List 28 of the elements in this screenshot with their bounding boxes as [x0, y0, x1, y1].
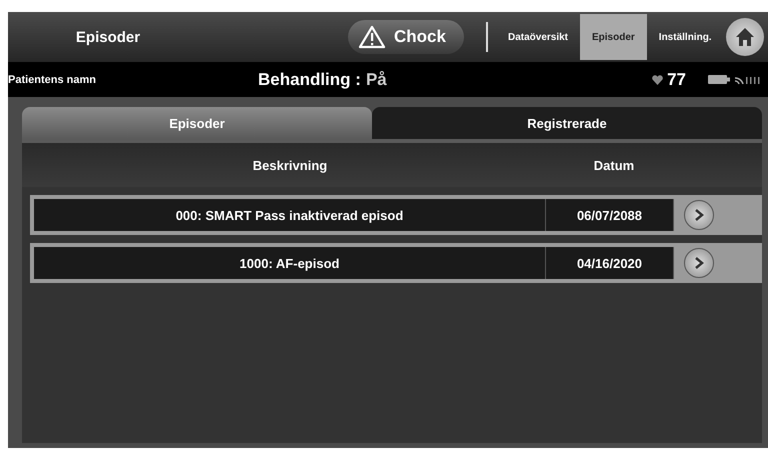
open-button[interactable] [684, 200, 714, 230]
home-button[interactable] [726, 18, 764, 56]
episode-row[interactable]: 000: SMART Pass inaktiverad episod 06/07/2088 [30, 195, 762, 235]
heart-rate: 77 [667, 70, 686, 90]
column-header: Datum [592, 158, 636, 172]
heart-icon [652, 74, 664, 84]
therapy-value: På [366, 70, 387, 90]
table-cell: 1000: AF-episod [34, 247, 546, 279]
chevron-right-icon [694, 257, 704, 269]
patient-name: Patientens namn [8, 74, 98, 86]
shock-button[interactable]: Chock [348, 20, 464, 54]
screen-title: Episoder [74, 28, 142, 46]
home-icon [735, 27, 755, 47]
battery-icon [708, 75, 730, 84]
nav-tab[interactable]: Episoder [580, 14, 647, 60]
tab[interactable]: Episoder [22, 107, 372, 139]
table-cell: 000: SMART Pass inaktiverad episod [34, 199, 546, 231]
table-cell: 06/07/2088 [546, 199, 674, 231]
therapy-label: Behandling : [258, 70, 361, 90]
episode-row[interactable]: 1000: AF-episod 04/16/2020 [30, 243, 762, 283]
table-cell: 04/16/2020 [546, 247, 674, 279]
open-button[interactable] [684, 248, 714, 278]
warning-icon [358, 25, 386, 49]
nav-tab[interactable]: Dataöversikt [496, 14, 580, 60]
column-header: Beskrivning [252, 158, 328, 172]
chevron-right-icon [694, 209, 704, 221]
nav-tab[interactable]: Inställning. [646, 14, 724, 60]
tab[interactable]: Registrerade [372, 107, 762, 139]
